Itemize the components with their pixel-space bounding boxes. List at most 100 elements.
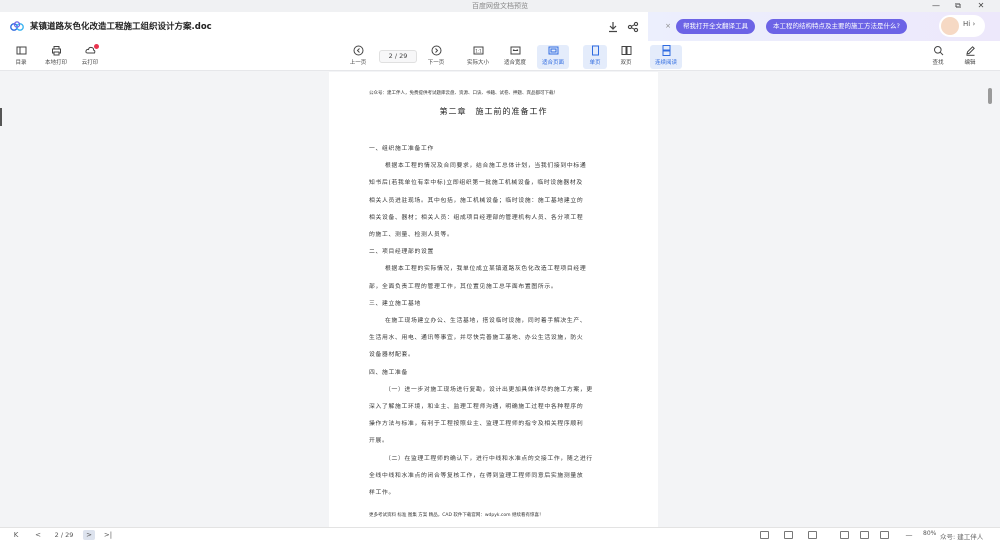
paragraph-line: 三、建立施工基地 [369, 300, 421, 307]
search-label: 查找 [932, 60, 944, 66]
single-page-label: 单页 [589, 60, 601, 66]
ai-suggestion-question[interactable]: 本工程的结构特点及主要的施工方法是什么? [766, 19, 907, 34]
viewer-toolbar: 目录 本地打印 云打印 上一页 2 / 29 下一页 1:1 实际大小 适合宽度… [0, 41, 1000, 71]
fit-width-view-icon[interactable] [860, 531, 869, 539]
chevron-right-circle-icon [431, 45, 441, 56]
fit-width-icon [510, 46, 520, 55]
single-page-view-icon[interactable] [760, 531, 769, 539]
chapter-title: 第二章 施工前的准备工作 [439, 107, 548, 116]
ai-suggestion-translate[interactable]: 帮我打开全文翻译工具 [676, 19, 755, 34]
cloud-print-label: 云打印 [81, 60, 99, 66]
paragraph-line: 相关人员进驻现场。其中包括，施工机械设备；临时设施：施工基地建立的 [369, 197, 584, 204]
paragraph-line: （一）进一步对施工现场进行复勘，设计出更加具体详尽的施工方案，更 [385, 386, 593, 393]
continuous-icon [662, 45, 670, 56]
cloud-print-button[interactable]: 云打印 [78, 45, 102, 69]
paragraph-line: 生活用水、用电、通讯等事宜，并尽快完善施工基地、办公生活设施，防火 [369, 335, 584, 342]
next-page-label: 下一页 [427, 60, 445, 66]
document-header: 某镇道路灰色化改造工程施工组织设计方案.doc [0, 12, 648, 41]
svg-text:1:1: 1:1 [475, 48, 482, 53]
actual-size-view-icon[interactable] [840, 531, 849, 539]
toc-label: 目录 [15, 60, 27, 66]
printer-icon [51, 46, 61, 56]
search-icon [933, 46, 943, 56]
page-header-note: 公众号：建工伴人，免费提供考试题库云盘、资源、口诀、书籍、试卷、押题、宾品都可下… [369, 91, 558, 96]
actual-size-button[interactable]: 1:1 实际大小 [463, 45, 493, 69]
paragraph-line: 样工作。 [369, 490, 395, 496]
vertical-scrollbar-thumb[interactable] [988, 88, 992, 104]
toc-icon [16, 46, 26, 55]
paragraph-line: 在施工现场建立办公、生活基地，搭设临时设施，同时着手解决生产、 [385, 318, 587, 324]
edit-button[interactable]: 编辑 [960, 45, 980, 69]
actual-size-label: 实际大小 [466, 60, 489, 66]
double-page-view-icon[interactable] [784, 531, 793, 539]
edit-label: 编辑 [964, 60, 976, 66]
baidu-netdisk-logo-icon [10, 21, 24, 31]
notification-dot [94, 44, 99, 49]
close-window-button[interactable]: ✕ [973, 0, 989, 12]
continuous-read-button[interactable]: 连续阅读 [650, 45, 682, 69]
first-page-button[interactable]: K [10, 530, 22, 540]
fit-page-view-icon[interactable] [880, 531, 889, 539]
fit-page-label: 适合页面 [541, 60, 564, 66]
single-page-icon [591, 45, 599, 56]
double-page-icon [621, 46, 631, 55]
chevron-left-circle-icon [353, 45, 363, 56]
download-icon[interactable] [606, 20, 620, 34]
toc-button[interactable]: 目录 [9, 45, 33, 69]
watermark-text: 众号: 建工伴人 [940, 533, 984, 541]
ai-greeting: Hi › [963, 20, 976, 28]
ai-assistant-bar: × 帮我打开全文翻译工具 本工程的结构特点及主要的施工方法是什么? Hi › [648, 12, 1000, 41]
last-page-button[interactable]: >| [101, 530, 115, 540]
single-page-button[interactable]: 单页 [583, 45, 607, 69]
status-bar: K < 2 / 29 > >| — 80% 众号: 建工伴人 [0, 527, 1000, 541]
actual-size-icon: 1:1 [473, 46, 483, 55]
fit-page-icon [548, 46, 558, 55]
page-footer-note: 更多考试资料 标准 图集 方案 精品，CAD 软件下载官网：wdpyk.com … [369, 513, 544, 518]
assistant-face-icon [941, 17, 959, 35]
fit-width-button[interactable]: 适合宽度 [500, 45, 530, 69]
ai-assistant-avatar[interactable]: Hi › [939, 15, 985, 37]
edit-icon [965, 46, 975, 56]
paragraph-line: 设备器材配套。 [369, 352, 415, 359]
paragraph-line: （二）在监理工程师的确认下，进行中线和水准点的交接工作，随之进行 [385, 455, 593, 462]
search-button[interactable]: 查找 [928, 45, 948, 69]
fit-width-label: 适合宽度 [503, 60, 526, 66]
continuous-view-icon[interactable] [808, 531, 817, 539]
status-next-button[interactable]: > [83, 530, 95, 540]
paragraph-line: 操作方法与标准，有利于工程按照业主、监理工程师的指令及相关程序顺利 [369, 421, 584, 428]
ai-close-button[interactable]: × [663, 21, 673, 31]
status-prev-button[interactable]: < [32, 530, 44, 540]
paragraph-line: 相关设备、器材；相关人员：组成项目经理部的管理机构人员、各分项工程 [369, 214, 584, 221]
paragraph-line: 深入了解施工环境，和业主、监理工程师沟通，明确施工过程中各种程序的 [369, 404, 584, 410]
paragraph-line: 一、组织施工准备工作 [369, 146, 434, 152]
share-icon[interactable] [626, 20, 640, 34]
paragraph-line: 知书后(若我单位有幸中标)立即组织第一批施工机械设备，临时设施器材及 [369, 180, 583, 187]
fit-page-button[interactable]: 适合页面 [537, 45, 569, 69]
page-number-input[interactable]: 2 / 29 [379, 50, 417, 63]
paragraph-line: 全线中线和水准点的闭合等复核工作，在得到监理工程师同意后实施测量放 [369, 472, 584, 479]
prev-page-label: 上一页 [349, 60, 367, 66]
restore-button[interactable]: ⧉ [950, 0, 966, 12]
paragraph-line: 二、项目经理部的设置 [369, 249, 434, 256]
continuous-read-label: 连续阅读 [654, 60, 677, 66]
document-title: 某镇道路灰色化改造工程施工组织设计方案.doc [30, 22, 212, 32]
paragraph-line: 四、施工准备 [369, 369, 408, 376]
double-page-button[interactable]: 双页 [614, 45, 638, 69]
local-print-button[interactable]: 本地打印 [42, 45, 70, 69]
next-page-button[interactable]: 下一页 [423, 45, 449, 69]
double-page-label: 双页 [620, 60, 632, 66]
window-title: 百度网盘文档预览 [472, 2, 528, 10]
paragraph-line: 的施工、测量、检测人员等。 [369, 232, 454, 238]
prev-page-button[interactable]: 上一页 [345, 45, 371, 69]
paragraph-line: 根据本工程的实际情况，我单位成立某镇道路灰色化改造工程项目经理 [385, 266, 587, 273]
window-title-bar: 百度网盘文档预览 — ⧉ ✕ [0, 0, 1000, 12]
zoom-out-button[interactable]: — [902, 530, 916, 540]
left-edge-marker [0, 108, 2, 126]
minimize-button[interactable]: — [928, 0, 944, 12]
local-print-label: 本地打印 [44, 60, 67, 66]
paragraph-line: 部，全面负责工程的管理工作，其位置见施工总平面布置图所示。 [369, 283, 558, 290]
paragraph-line: 开展。 [369, 438, 389, 445]
document-page: 公众号：建工伴人，免费提供考试题库云盘、资源、口诀、书籍、试卷、押题、宾品都可下… [329, 72, 658, 527]
status-page-indicator[interactable]: 2 / 29 [50, 530, 78, 540]
zoom-level[interactable]: 80% [923, 530, 936, 537]
